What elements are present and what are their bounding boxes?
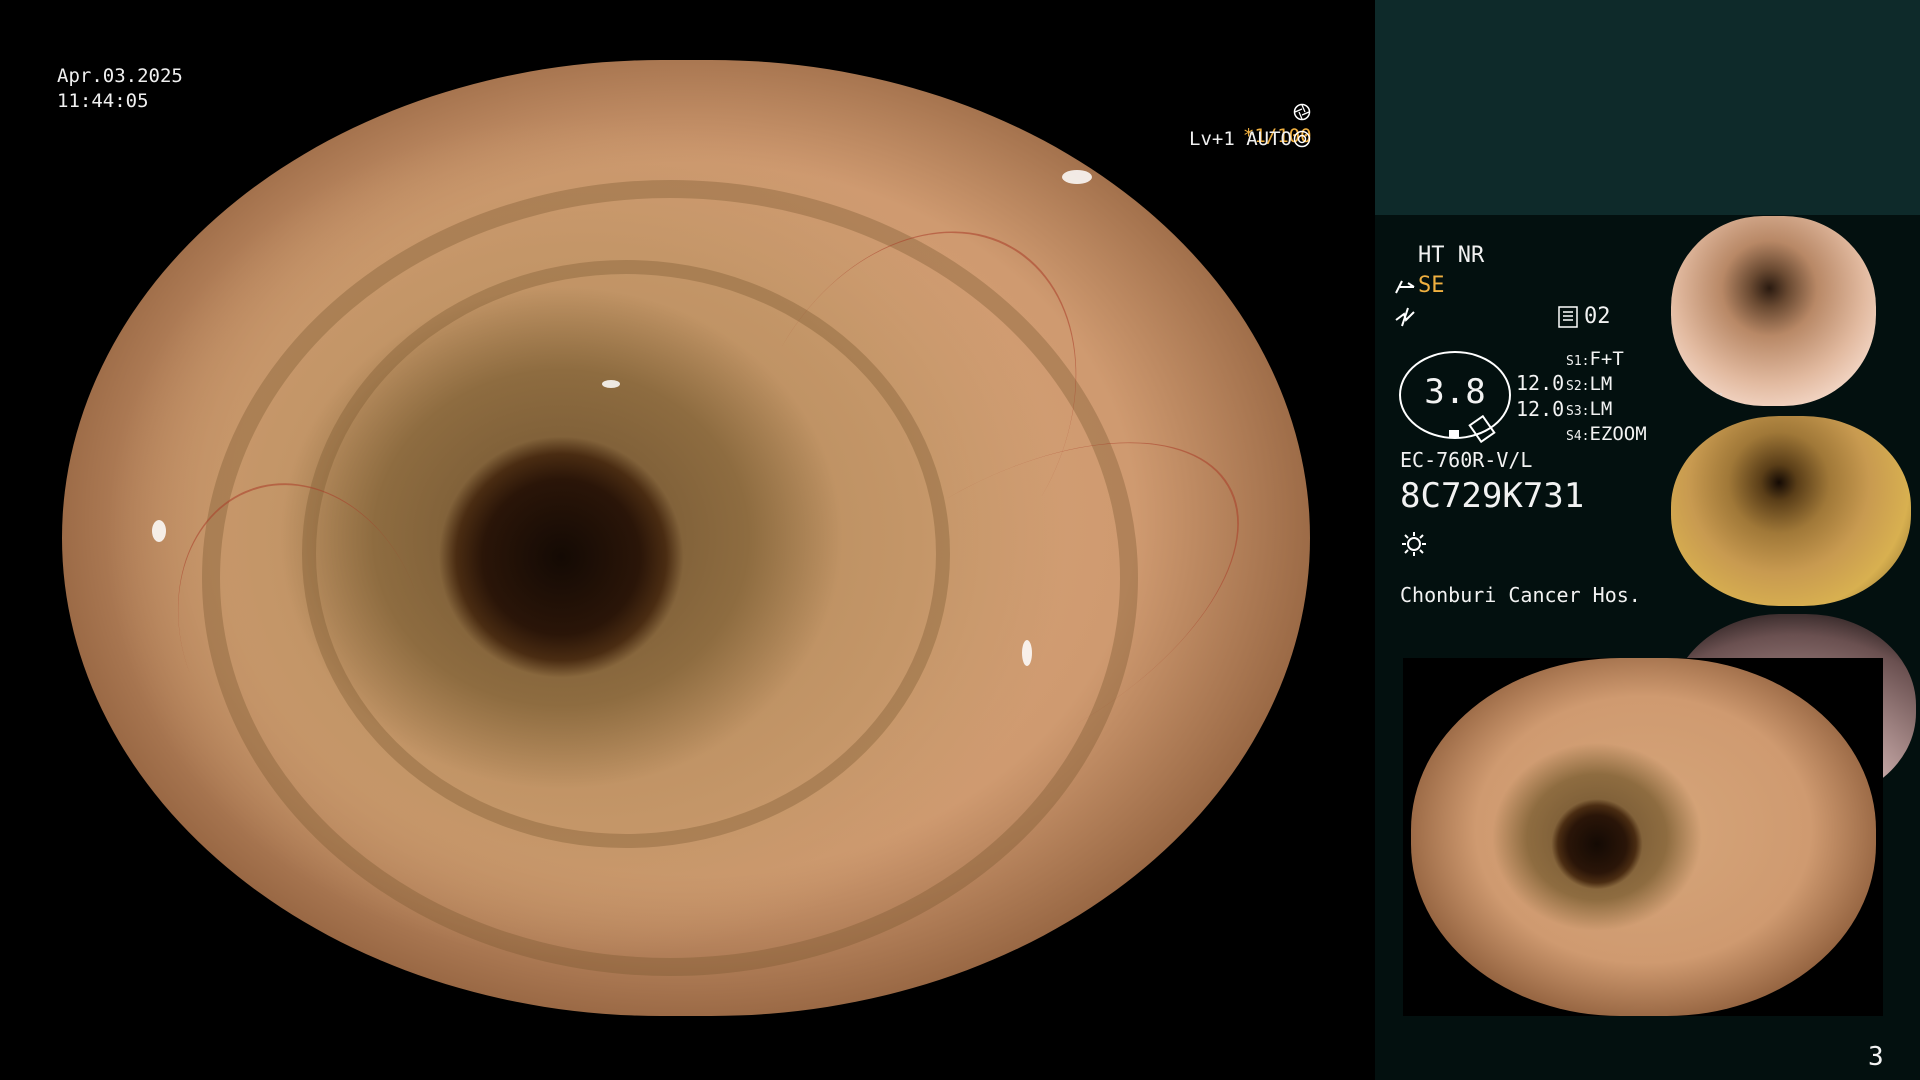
light-reflection xyxy=(1062,170,1092,184)
pen-icon xyxy=(1395,280,1415,294)
se-label: SE xyxy=(1418,273,1445,298)
switch-row: S3:LM xyxy=(1566,398,1647,423)
light-reflection xyxy=(602,380,620,388)
preset-number: 02 xyxy=(1584,304,1611,329)
endoscope-image xyxy=(62,60,1310,1016)
scope-model: EC-760R-V/L xyxy=(1400,448,1533,472)
switch-value: F+T xyxy=(1589,348,1624,370)
memory-icon xyxy=(1558,306,1578,328)
gauge-marker xyxy=(1449,430,1459,438)
level-label: Lv+1 AUTO xyxy=(1189,128,1292,150)
current-capture-image[interactable] xyxy=(1411,658,1876,1016)
target-icon xyxy=(1293,130,1311,148)
value-2: 12.0 xyxy=(1516,397,1565,421)
switch-row: S1:F+T xyxy=(1566,348,1647,373)
switch-list: S1:F+T S2:LM S3:LM S4:EZOOM xyxy=(1566,348,1647,448)
hospital-name: Chonburi Cancer Hos. xyxy=(1400,583,1641,607)
page-number: 3 xyxy=(1868,1042,1884,1072)
scope-serial: 8C729K731 xyxy=(1400,476,1585,516)
aperture-icon xyxy=(1293,103,1311,121)
capture-thumbnail[interactable]: 8C729K731 xyxy=(1671,416,1911,606)
light-reflection xyxy=(152,520,166,542)
zigzag-icon xyxy=(1395,307,1415,327)
switch-value: LM xyxy=(1589,398,1613,420)
gauge-value: 3.8 xyxy=(1424,372,1486,412)
capture-thumbnail[interactable]: 8C729K731 xyxy=(1671,216,1876,406)
switch-key: S2: xyxy=(1566,379,1590,394)
panel-header-block xyxy=(1375,0,1920,215)
current-capture-frame xyxy=(1403,658,1883,1016)
light-icon xyxy=(1402,532,1426,556)
switch-value: LM xyxy=(1589,373,1613,395)
switch-key: S1: xyxy=(1566,354,1590,369)
switch-value: EZOOM xyxy=(1589,423,1647,445)
ht-nr-label: HT NR xyxy=(1418,243,1485,268)
switch-key: S3: xyxy=(1566,404,1590,419)
thumbnail-caption: 8C729K731 xyxy=(1685,592,1723,600)
switch-key: S4: xyxy=(1566,429,1590,444)
value-1: 12.0 xyxy=(1516,371,1565,395)
date-label: Apr.03.2025 xyxy=(57,65,183,87)
thumbnail-caption: 8C729K731 xyxy=(1685,392,1723,400)
switch-row: S4:EZOOM xyxy=(1566,423,1647,448)
time-label: 11:44:05 xyxy=(57,90,149,112)
switch-row: S2:LM xyxy=(1566,373,1647,398)
endoscope-main-view xyxy=(0,0,1375,1080)
light-reflection xyxy=(1022,640,1032,666)
